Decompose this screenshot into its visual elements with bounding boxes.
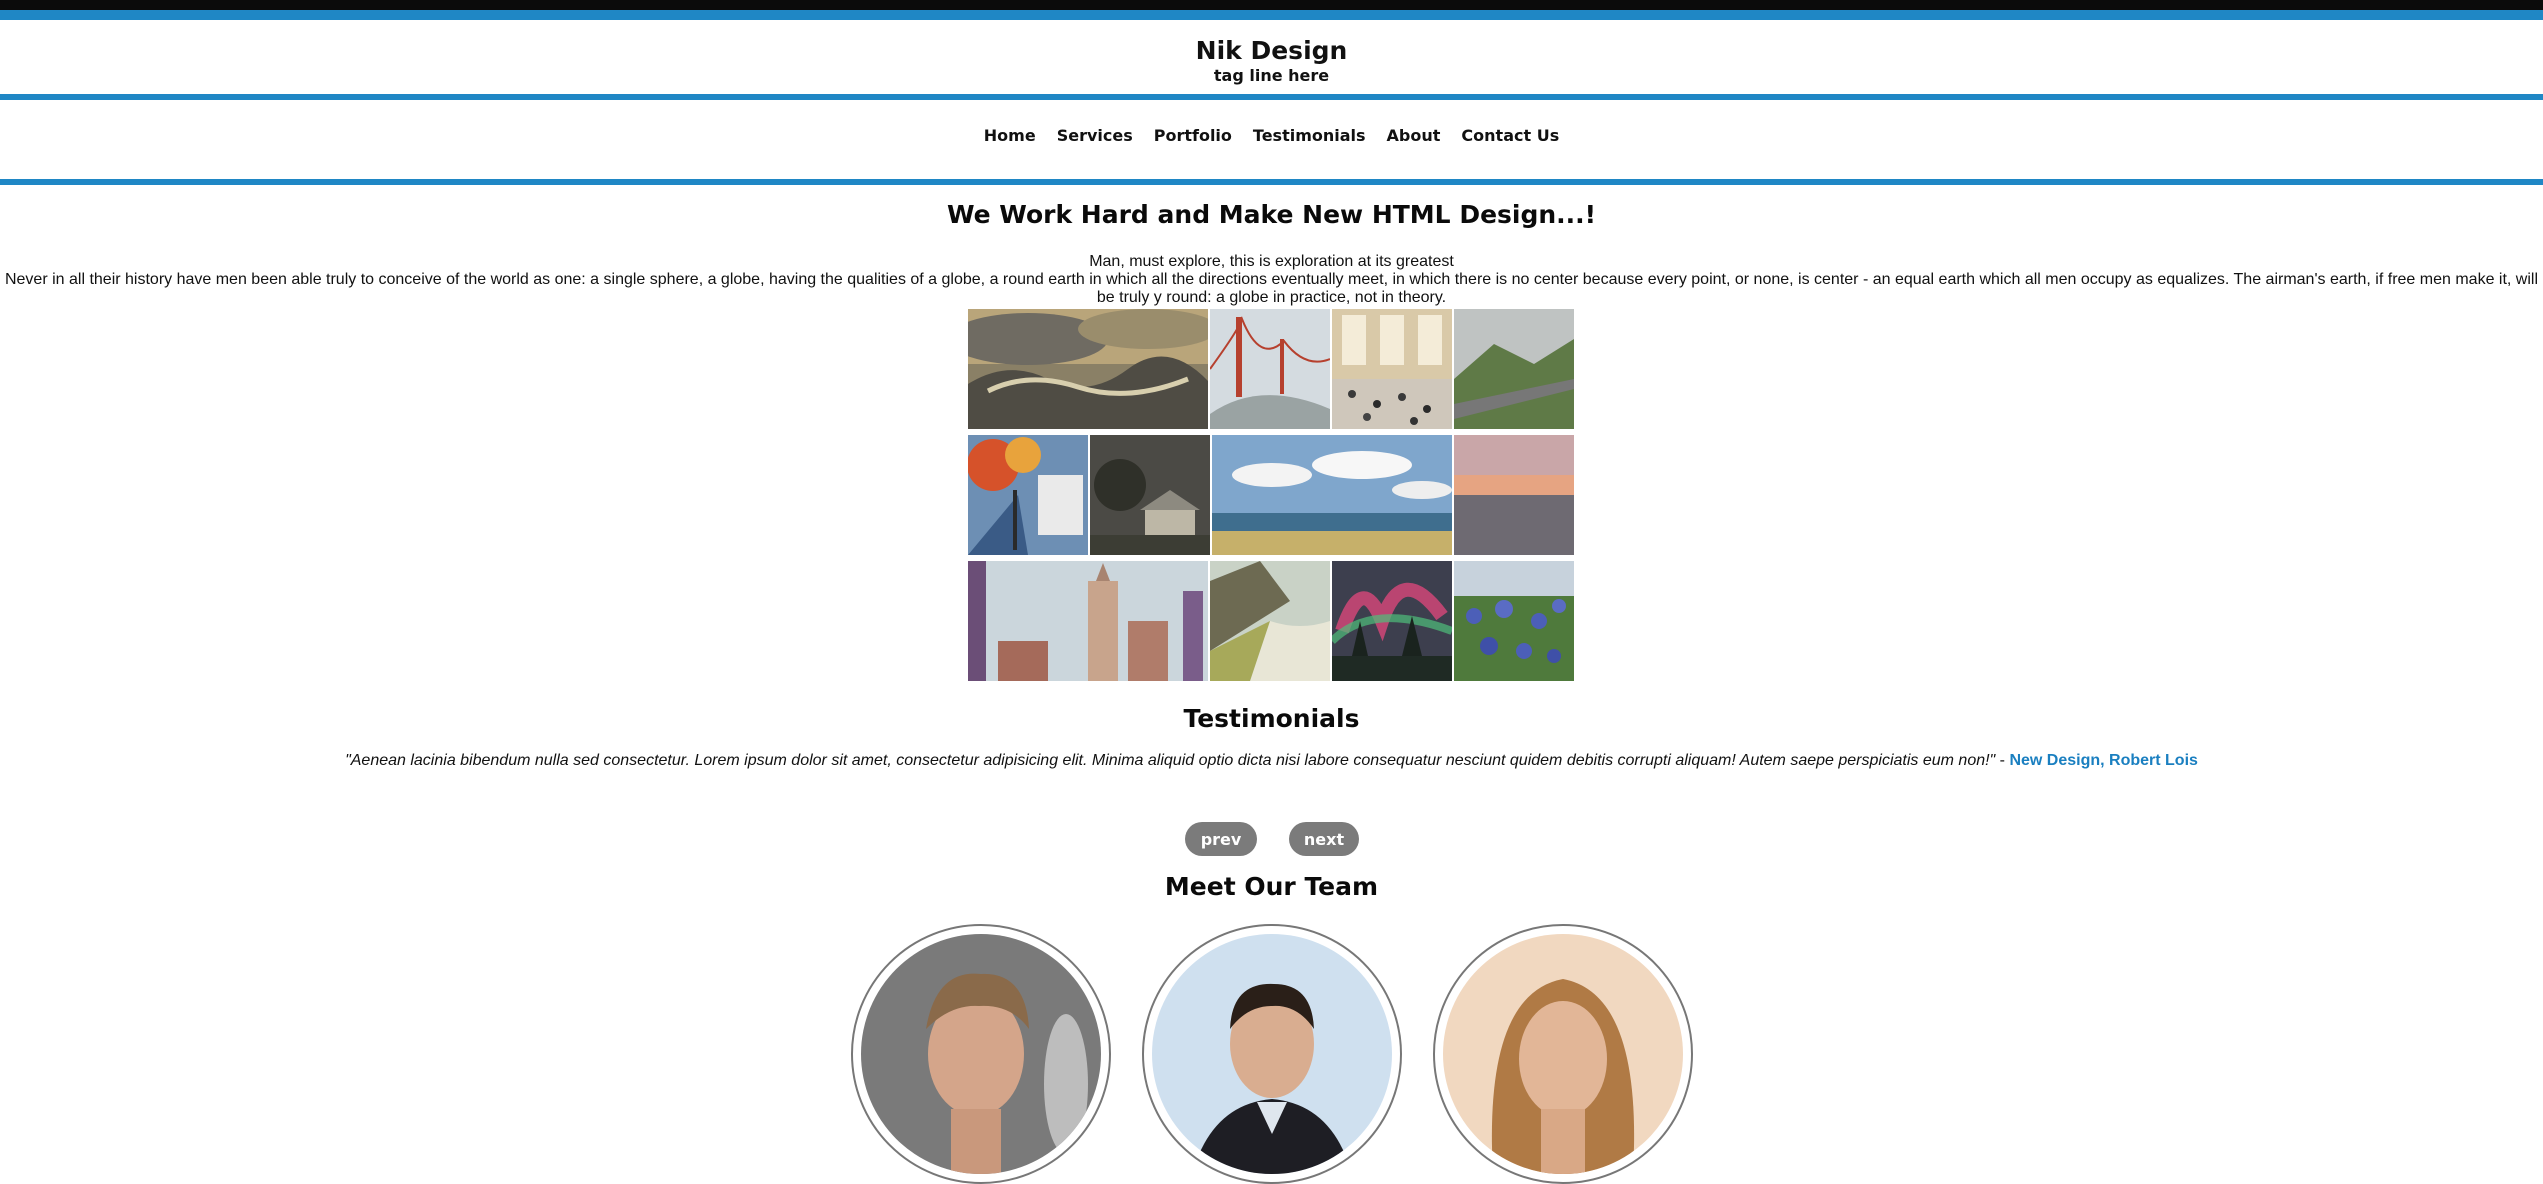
nav-item-home[interactable]: Home <box>984 126 1036 145</box>
gallery-image-seaside-clouds[interactable] <box>1212 435 1452 555</box>
testimonial-quote: "Aenean lacinia bibendum nulla sed conse… <box>0 752 2543 770</box>
next-button[interactable]: next <box>1289 822 1359 856</box>
gallery-image-bluebells[interactable] <box>1454 561 1574 681</box>
testimonial-text: "Aenean lacinia bibendum nulla sed conse… <box>345 752 1996 769</box>
hero-body: Never in all their history have men been… <box>4 271 2539 306</box>
nav-item-testimonials[interactable]: Testimonials <box>1253 126 1366 145</box>
gallery-image-aurora-forest[interactable] <box>1332 561 1452 681</box>
site-title[interactable]: Nik Design <box>0 36 2543 65</box>
prev-button[interactable]: prev <box>1185 822 1257 856</box>
gallery-image-golden-gate[interactable] <box>1210 309 1330 429</box>
top-dark-bar <box>0 0 2543 10</box>
testimonial-separator: - <box>1995 752 2010 769</box>
nav-item-services[interactable]: Services <box>1057 126 1133 145</box>
testimonials-title: Testimonials <box>1183 704 1360 733</box>
hero-headline: We Work Hard and Make New HTML Design...… <box>946 200 1597 229</box>
gallery-image-city-skyline[interactable] <box>968 561 1208 681</box>
photo-gallery <box>968 309 1576 681</box>
hero-lead: Man, must explore, this is exploration a… <box>1089 253 1454 270</box>
main-nav: Home Services Portfolio Testimonials Abo… <box>0 126 2543 145</box>
gallery-image-coastal-cliffs[interactable] <box>1210 561 1330 681</box>
team-member-1-avatar[interactable] <box>851 924 1111 1184</box>
gallery-image-stormy-sea[interactable] <box>968 309 1208 429</box>
gallery-image-chapel[interactable] <box>1090 435 1210 555</box>
site-tagline: tag line here <box>1213 66 1330 85</box>
gallery-image-autumn-street[interactable] <box>968 435 1088 555</box>
header-divider <box>0 94 2543 100</box>
team-member-3-avatar[interactable] <box>1433 924 1693 1184</box>
nav-item-contact[interactable]: Contact Us <box>1461 126 1559 145</box>
nav-item-about[interactable]: About <box>1387 126 1441 145</box>
nav-divider <box>0 179 2543 185</box>
testimonial-author[interactable]: New Design, Robert Lois <box>2009 752 2197 769</box>
gallery-image-sunset-sea[interactable] <box>1454 435 1574 555</box>
team-member-2-avatar[interactable] <box>1142 924 1402 1184</box>
nav-item-portfolio[interactable]: Portfolio <box>1154 126 1232 145</box>
team-title: Meet Our Team <box>1164 872 1379 901</box>
gallery-image-grand-central[interactable] <box>1332 309 1452 429</box>
gallery-image-mountain-road[interactable] <box>1454 309 1574 429</box>
